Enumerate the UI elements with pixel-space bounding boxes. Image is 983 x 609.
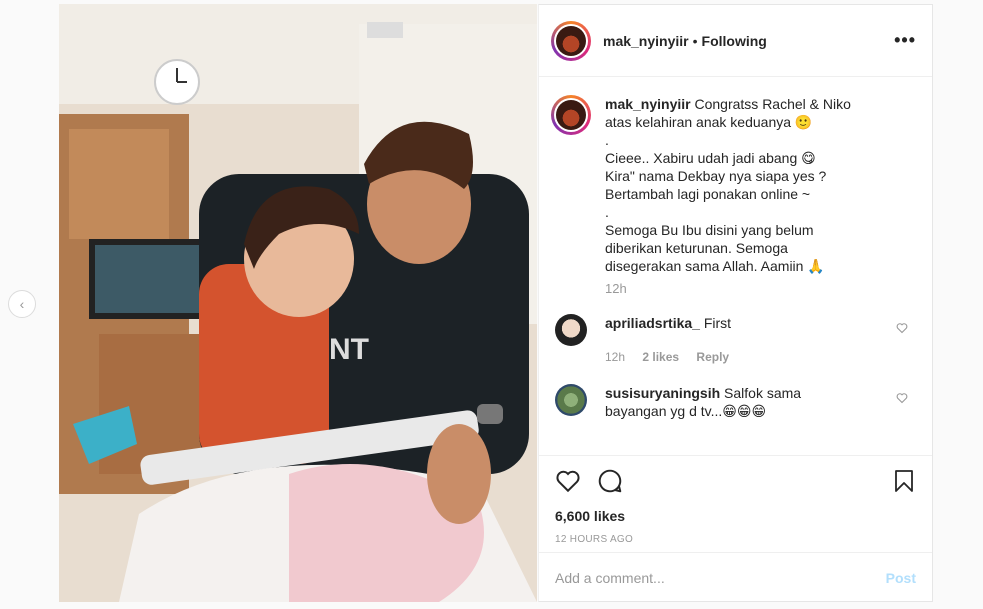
- caption-line: .: [605, 204, 609, 220]
- prev-arrow-glyph: ‹: [19, 296, 25, 312]
- chevron-left-icon[interactable]: ‹: [8, 290, 36, 318]
- avatar-inner: [554, 23, 588, 58]
- post-actions: 6,600 likes 12 HOURS AGO Post: [539, 455, 932, 601]
- comments-list[interactable]: mak_nyinyiir Congratss Rachel & Niko ata…: [539, 77, 932, 455]
- reply-button[interactable]: Reply: [696, 350, 729, 364]
- caption: mak_nyinyiir Congratss Rachel & Niko ata…: [551, 95, 916, 275]
- post-comment-button[interactable]: Post: [886, 570, 916, 586]
- avatar-image: [556, 25, 586, 56]
- caption-username[interactable]: mak_nyinyiir: [605, 96, 691, 112]
- comment-text: First: [703, 315, 732, 331]
- caption-line: Semoga Bu Ibu disini yang belum diberika…: [605, 222, 825, 274]
- comment-body: susisuryaningsih Salfok sama bayangan yg…: [605, 384, 835, 420]
- caption-avatar[interactable]: [551, 95, 591, 135]
- caption-line: Bertambah lagi ponakan online ~: [605, 186, 811, 202]
- author-username[interactable]: mak_nyinyiir: [603, 33, 689, 49]
- post-photo[interactable]: ENT: [59, 4, 537, 602]
- commenter-username[interactable]: susisuryaningsih: [605, 385, 720, 401]
- heart-icon[interactable]: [896, 392, 908, 404]
- commenter-avatar[interactable]: [555, 314, 587, 346]
- post-details-panel: mak_nyinyiir • Following ••• mak_nyinyii…: [538, 4, 933, 602]
- post-header: mak_nyinyiir • Following •••: [539, 5, 932, 77]
- comment-item: susisuryaningsih Salfok sama bayangan yg…: [551, 384, 916, 420]
- header-separator: •: [692, 32, 698, 49]
- commenter-username[interactable]: apriliadsrtika_: [605, 315, 700, 331]
- action-icons: [555, 466, 916, 496]
- post-timestamp[interactable]: 12 HOURS AGO: [555, 534, 916, 545]
- likes-count[interactable]: 6,600 likes: [555, 508, 916, 524]
- heart-icon[interactable]: [555, 468, 581, 494]
- caption-text: mak_nyinyiir Congratss Rachel & Niko ata…: [605, 95, 855, 275]
- caption-timestamp[interactable]: 12h: [605, 281, 916, 296]
- more-options-icon[interactable]: •••: [894, 30, 916, 51]
- post-photo-container: ENT: [59, 4, 537, 602]
- comment-likes[interactable]: 2 likes: [642, 350, 679, 364]
- comment-body: apriliadsrtika_ First 12h 2 likes Reply: [605, 314, 835, 366]
- photo-illustration: ENT: [59, 4, 537, 602]
- heart-icon[interactable]: [896, 322, 908, 334]
- comment-icon[interactable]: [597, 468, 623, 494]
- comment-item: apriliadsrtika_ First 12h 2 likes Reply: [551, 314, 916, 366]
- add-comment-input[interactable]: [555, 569, 886, 586]
- avatar-image: [556, 100, 586, 130]
- caption-line: Kira" nama Dekbay nya siapa yes ?: [605, 168, 827, 184]
- add-comment-bar: Post: [539, 552, 932, 602]
- caption-line: Cieee.. Xabiru udah jadi abang 😋: [605, 150, 816, 166]
- comment-time[interactable]: 12h: [605, 350, 625, 364]
- caption-line: .: [605, 132, 609, 148]
- commenter-avatar[interactable]: [555, 384, 587, 416]
- following-button[interactable]: Following: [702, 33, 767, 49]
- bookmark-icon[interactable]: [892, 468, 916, 494]
- avatar-inner: [554, 98, 588, 132]
- comment-meta: 12h 2 likes Reply: [605, 348, 835, 366]
- author-avatar[interactable]: [551, 20, 591, 61]
